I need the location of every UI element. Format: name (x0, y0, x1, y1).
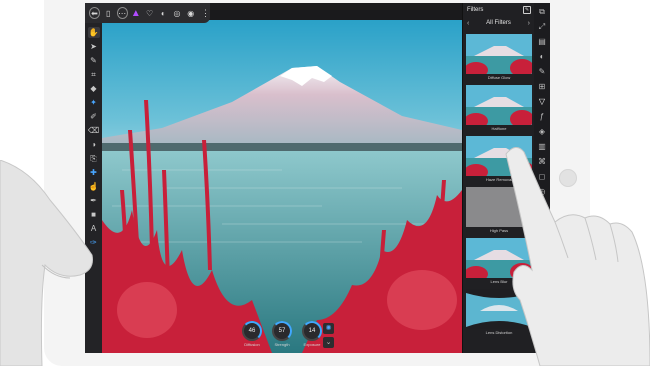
edit-icon[interactable]: ⧉ (537, 7, 547, 17)
dial-value[interactable]: 14 (302, 321, 322, 341)
filter-label: Diffuse Glow (487, 75, 511, 80)
chevron-left-icon[interactable]: ‹ (467, 20, 469, 27)
panel-title: Filters (467, 7, 484, 13)
adjustments-icon[interactable]: ◐ (537, 52, 547, 62)
landscape-photo (102, 66, 462, 353)
dial-label: Strength (274, 342, 290, 347)
dial-mini-tools: ✺ ⌄ (323, 323, 335, 351)
menu-icon[interactable]: ⋮ (201, 8, 210, 19)
dial-strength[interactable]: 57 Strength (269, 321, 295, 351)
dial-label: Diffusion (244, 342, 260, 347)
filter-thumbnail[interactable] (466, 85, 532, 125)
dodge-burn-icon[interactable]: ◑ (88, 139, 100, 150)
eraser-icon[interactable]: ⌫ (88, 125, 100, 136)
document-icon[interactable]: ▯ (103, 7, 114, 19)
filter-item[interactable]: Halftone (466, 85, 532, 133)
crop-tool-icon[interactable]: ⌗ (88, 69, 100, 80)
dial-exposure[interactable]: 14 Exposure (299, 321, 325, 351)
back-icon[interactable]: ⬅ (89, 7, 100, 19)
left-hand (0, 160, 93, 366)
fx-icon[interactable]: ƒ (537, 112, 547, 122)
selection-brush-icon[interactable]: ✦ (88, 97, 100, 108)
paint-brush-icon[interactable]: ✐ (88, 111, 100, 122)
chevron-right-icon[interactable]: › (528, 20, 530, 27)
channels-icon[interactable]: ⊞ (537, 82, 547, 92)
filter-category-label[interactable]: All Filters (486, 20, 511, 26)
apply-filter-icon[interactable]: ✺ (323, 323, 334, 334)
panel-edit-icon[interactable]: ✎ (523, 6, 531, 14)
move-tool-icon[interactable]: ➤ (88, 41, 100, 52)
filter-item[interactable]: Diffuse Glow (466, 34, 532, 82)
brushes-icon[interactable]: ✎ (537, 67, 547, 77)
filters-icon[interactable]: ▽ (537, 97, 547, 107)
view-tool-icon[interactable]: ✋ (87, 27, 100, 38)
filter-category-nav: ‹ All Filters › (463, 17, 534, 29)
filter-options-icon[interactable]: ⌄ (323, 337, 334, 348)
filter-thumbnail[interactable] (466, 34, 532, 74)
dial-diffusion[interactable]: 46 Diffusion (239, 321, 265, 351)
scene: ⬅ ▯ ⋯ ▲ ♡ ◐ ◎ ◉ ⋮ ✋ ➤ ✎ ⌗ ◆ ✦ ✐ ⌫ ◑ ⎘ ✚ … (0, 0, 650, 366)
fullscreen-icon[interactable]: ⤢ (537, 22, 547, 32)
dial-value[interactable]: 57 (272, 321, 292, 341)
filter-label: Halftone (491, 126, 507, 131)
navigator-icon[interactable]: ◈ (537, 127, 547, 137)
dial-value[interactable]: 46 (242, 321, 262, 341)
persona-tone-icon[interactable]: ◎ (172, 7, 183, 19)
persona-liquify-icon[interactable]: ♡ (144, 7, 155, 19)
persona-develop-icon[interactable]: ◐ (158, 7, 169, 19)
brush-tool-icon[interactable]: ✎ (88, 55, 100, 66)
filter-dials: 46 Diffusion 57 Strength 14 Exposure (239, 321, 325, 353)
layers-icon[interactable]: ▤ (537, 37, 547, 47)
photo-canvas[interactable] (102, 20, 462, 353)
dial-label: Exposure (303, 342, 321, 347)
persona-export-icon[interactable]: ◉ (185, 7, 196, 19)
fill-tool-icon[interactable]: ◆ (88, 83, 100, 94)
right-hand (505, 147, 650, 366)
app-screen: ⬅ ▯ ⋯ ▲ ♡ ◐ ◎ ◉ ⋮ ✋ ➤ ✎ ⌗ ◆ ✦ ✐ ⌫ ◑ ⎘ ✚ … (85, 3, 550, 353)
more-icon[interactable]: ⋯ (116, 7, 128, 19)
top-toolbar: ⬅ ▯ ⋯ ▲ ♡ ◐ ◎ ◉ ⋮ (85, 3, 210, 23)
affinity-logo-icon[interactable]: ▲ (131, 7, 142, 19)
panel-header: Filters ✎ (463, 3, 534, 17)
